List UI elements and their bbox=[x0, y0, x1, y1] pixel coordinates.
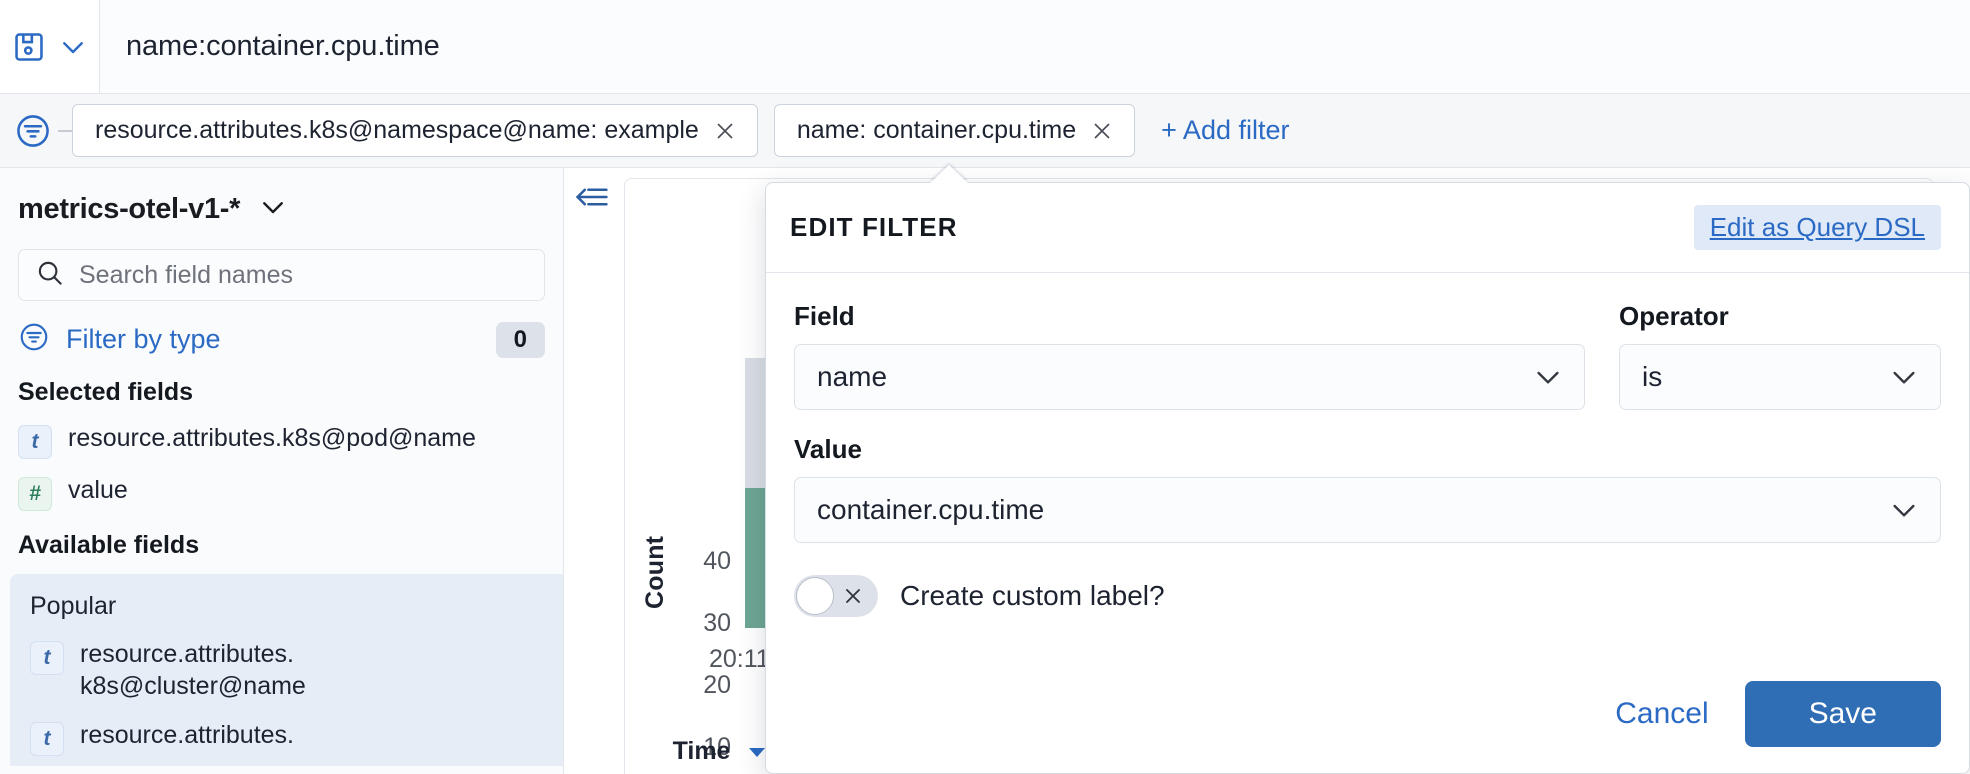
edit-as-query-dsl-link[interactable]: Edit as Query DSL bbox=[1693, 205, 1941, 250]
collapse-left-icon[interactable] bbox=[574, 182, 610, 217]
toggle-knob bbox=[796, 577, 834, 615]
field-name: resource.attributes.k8s@pod@name bbox=[68, 424, 476, 452]
app-root: name:container.cpu.time resource.attribu… bbox=[0, 0, 1970, 774]
field-operator-row: Field name Operator is bbox=[794, 301, 1941, 410]
field-name: resource.attributes. bbox=[80, 721, 294, 749]
filter-pill-label: resource.attributes.k8s@namespace@name: … bbox=[95, 116, 699, 144]
y-tick: 30 bbox=[703, 609, 731, 637]
filter-by-type-row: Filter by type 0 bbox=[18, 321, 545, 358]
popover-title: EDIT FILTER bbox=[790, 212, 958, 242]
x-axis-label-text: Time bbox=[672, 737, 731, 765]
field-item-pod-name[interactable]: t resource.attributes.k8s@pod@name bbox=[18, 423, 545, 459]
filter-bar: resource.attributes.k8s@namespace@name: … bbox=[0, 94, 1970, 168]
field-group: Field name bbox=[794, 301, 1585, 410]
field-search-box[interactable] bbox=[18, 249, 545, 301]
pill-connector bbox=[58, 129, 72, 132]
query-input[interactable]: name:container.cpu.time bbox=[126, 30, 440, 63]
available-fields-panel: Popular t resource.attributes. k8s@clust… bbox=[10, 574, 563, 766]
cancel-button[interactable]: Cancel bbox=[1615, 697, 1708, 731]
chevron-down-icon[interactable] bbox=[1888, 494, 1920, 526]
chart-y-axis-label: Count bbox=[641, 535, 669, 609]
field-type-string-icon: t bbox=[30, 722, 64, 756]
field-type-number-icon: # bbox=[18, 477, 52, 511]
search-input[interactable] bbox=[79, 260, 528, 290]
saved-query-menu-button[interactable] bbox=[0, 0, 100, 93]
chevron-down-icon[interactable] bbox=[1532, 361, 1564, 393]
operator-label: Operator bbox=[1619, 301, 1729, 331]
close-icon[interactable] bbox=[1090, 119, 1114, 143]
index-pattern-name: metrics-otel-v1-* bbox=[18, 193, 241, 225]
edit-filter-popover: EDIT FILTER Edit as Query DSL Field name bbox=[765, 182, 1970, 774]
popover-footer: Cancel Save bbox=[766, 655, 1969, 773]
filter-pill-name[interactable]: name: container.cpu.time bbox=[773, 104, 1136, 157]
filter-circle-icon bbox=[18, 321, 50, 358]
popular-group-label: Popular bbox=[30, 592, 117, 620]
query-input-wrapper[interactable]: name:container.cpu.time bbox=[100, 0, 1970, 93]
field-name: resource.attributes. k8s@cluster@name bbox=[80, 640, 306, 700]
filter-pill-namespace[interactable]: resource.attributes.k8s@namespace@name: … bbox=[72, 104, 758, 157]
field-item-value[interactable]: # value bbox=[18, 475, 545, 511]
field-name: value bbox=[68, 476, 128, 504]
chevron-down-icon bbox=[58, 32, 88, 62]
chevron-down-icon bbox=[258, 192, 288, 227]
field-item-cluster-name[interactable]: t resource.attributes. k8s@cluster@name bbox=[30, 639, 551, 702]
available-fields-header: Available fields bbox=[18, 531, 200, 559]
value-label: Value bbox=[794, 434, 862, 464]
value-value: container.cpu.time bbox=[817, 494, 1045, 525]
save-button[interactable]: Save bbox=[1744, 681, 1941, 747]
operator-value: is bbox=[1642, 361, 1663, 392]
close-icon bbox=[841, 584, 865, 608]
field-value: name bbox=[817, 361, 888, 392]
query-bar: name:container.cpu.time bbox=[0, 0, 1970, 94]
filter-by-type-button[interactable]: Filter by type bbox=[18, 321, 221, 358]
custom-label-text: Create custom label? bbox=[900, 580, 1165, 611]
popover-header: EDIT FILTER Edit as Query DSL bbox=[766, 183, 1969, 273]
operator-combobox[interactable]: is bbox=[1619, 344, 1941, 410]
operator-group: Operator is bbox=[1619, 301, 1941, 410]
popover-arrow bbox=[930, 165, 968, 183]
y-tick: 40 bbox=[703, 547, 731, 575]
field-label: Field bbox=[794, 301, 855, 331]
field-type-string-icon: t bbox=[30, 641, 64, 675]
filter-circle-icon[interactable] bbox=[8, 112, 58, 150]
custom-label-row: Create custom label? bbox=[794, 575, 1941, 617]
selected-fields-header: Selected fields bbox=[18, 378, 194, 406]
index-pattern-selector[interactable]: metrics-otel-v1-* bbox=[18, 192, 545, 227]
field-item-resource-attributes[interactable]: t resource.attributes. bbox=[30, 720, 551, 756]
save-floppy-icon bbox=[12, 30, 46, 64]
popover-body: Field name Operator is Value container.c… bbox=[766, 273, 1969, 617]
filter-by-type-label: Filter by type bbox=[66, 324, 221, 354]
field-combobox[interactable]: name bbox=[794, 344, 1585, 410]
search-icon bbox=[35, 258, 65, 293]
value-combobox[interactable]: container.cpu.time bbox=[794, 477, 1941, 543]
chart-y-ticks: 40 30 20 10 0 bbox=[671, 179, 731, 774]
custom-label-toggle[interactable] bbox=[794, 575, 878, 617]
add-filter-button[interactable]: + Add filter bbox=[1161, 115, 1289, 146]
y-tick: 20 bbox=[703, 671, 731, 699]
close-icon[interactable] bbox=[713, 119, 737, 143]
filter-pill-label: name: container.cpu.time bbox=[796, 116, 1077, 144]
chevron-down-icon[interactable] bbox=[1888, 361, 1920, 393]
value-group: Value container.cpu.time bbox=[794, 434, 1941, 543]
field-sidebar: metrics-otel-v1-* Search field names Fil… bbox=[0, 168, 563, 774]
filter-by-type-count: 0 bbox=[495, 321, 545, 358]
field-type-string-icon: t bbox=[18, 425, 52, 459]
sidebar-divider bbox=[563, 168, 564, 774]
